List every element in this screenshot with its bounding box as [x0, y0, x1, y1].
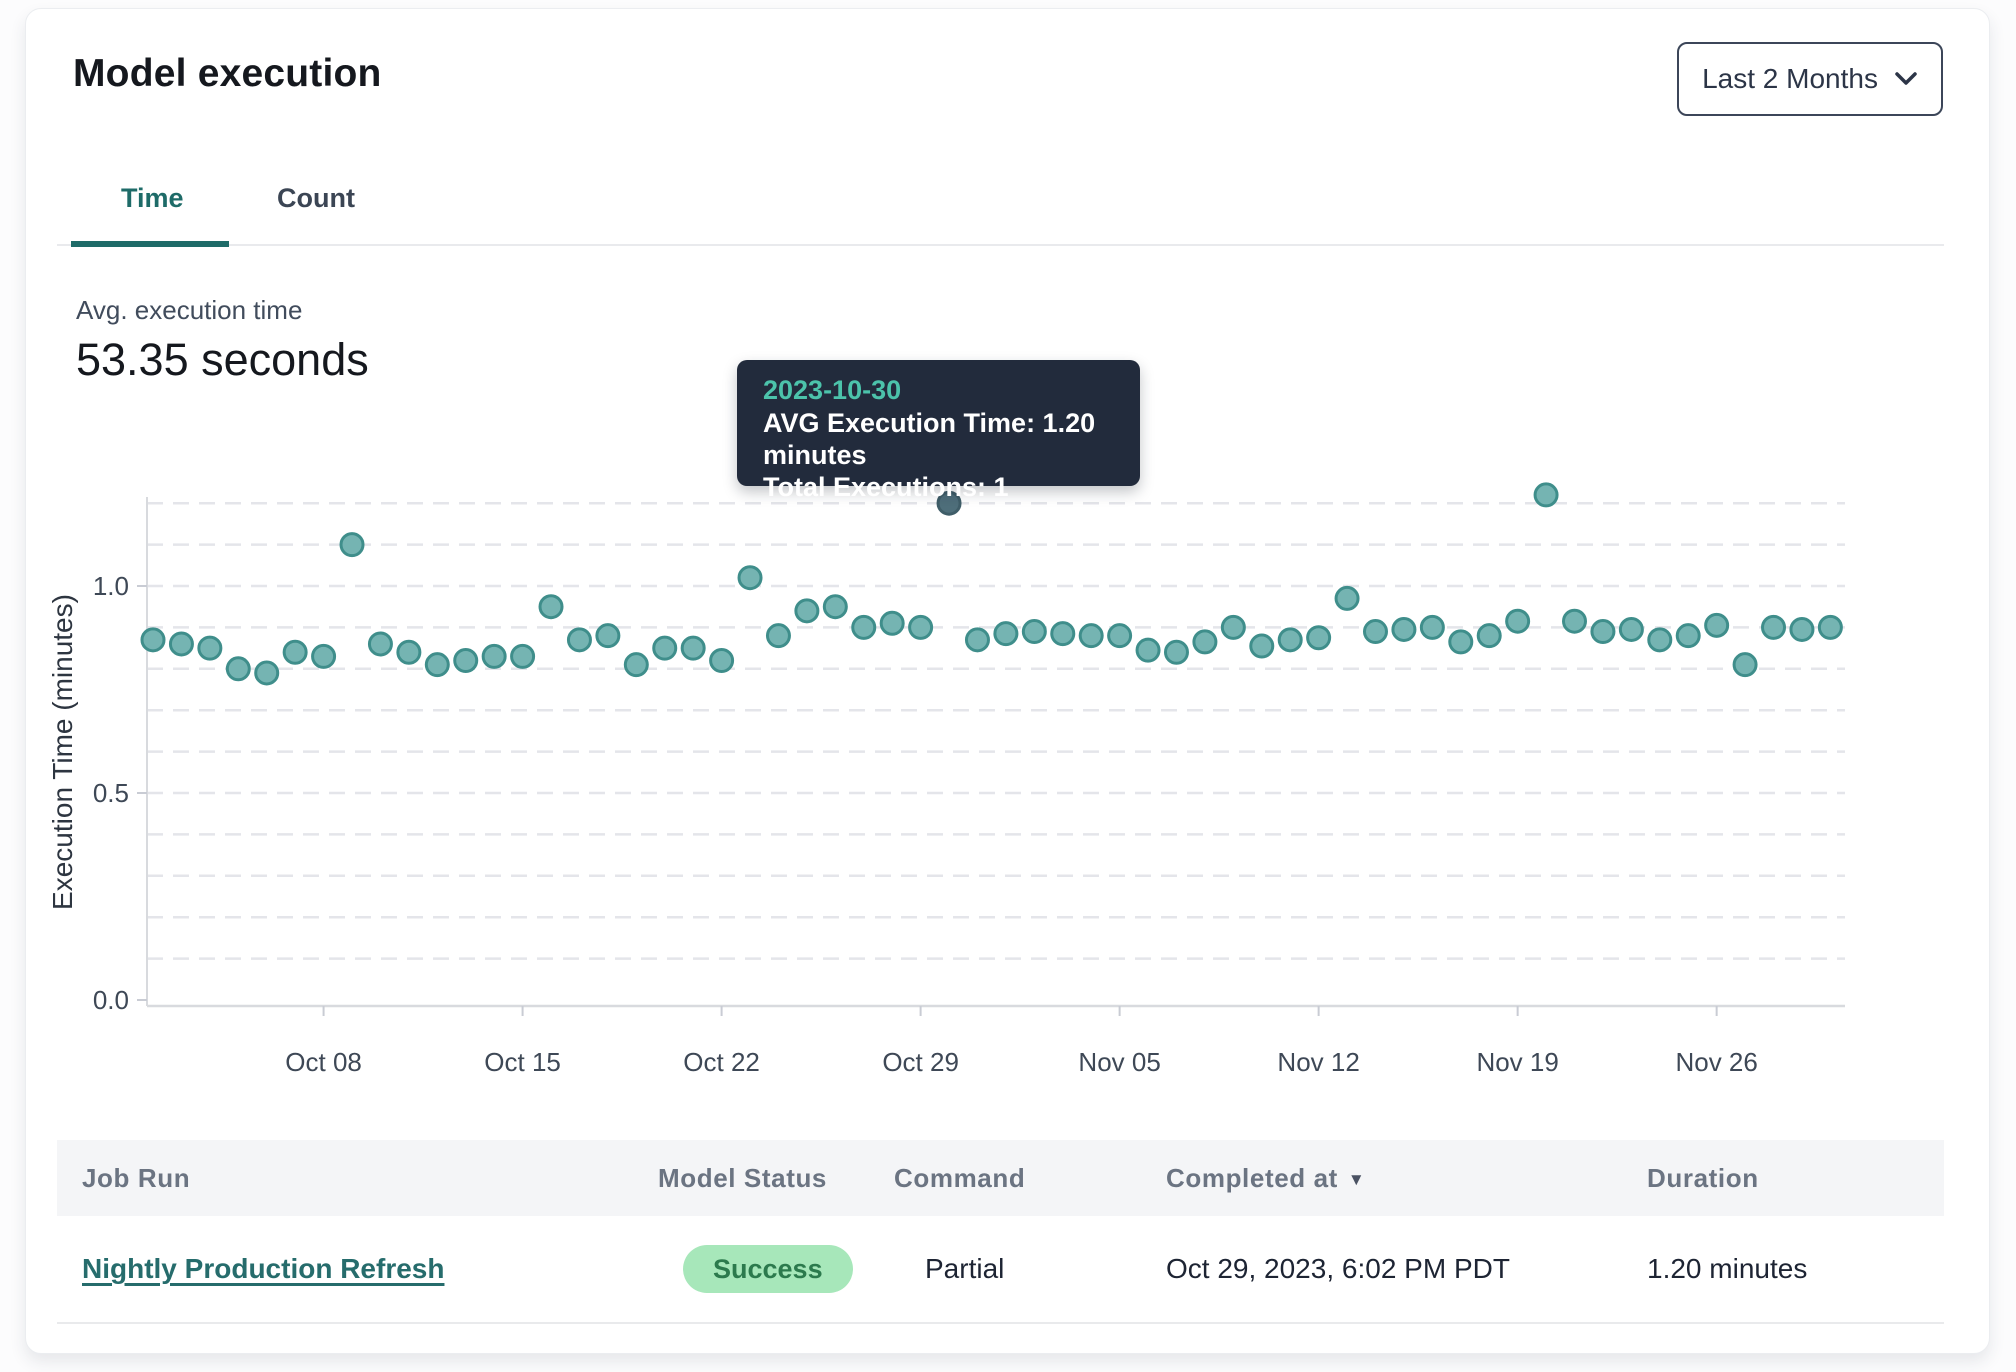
command-cell: Partial	[894, 1253, 1154, 1285]
duration-cell: 1.20 minutes	[1635, 1253, 1944, 1285]
sort-desc-icon: ▼	[1348, 1170, 1365, 1189]
tooltip-avg-line: AVG Execution Time: 1.20 minutes	[763, 407, 1140, 471]
tooltip-date: 2023-10-30	[763, 374, 1140, 407]
avg-execution-time-value: 53.35 seconds	[76, 334, 369, 386]
avg-execution-time-label: Avg. execution time	[76, 295, 302, 326]
chevron-down-icon	[1894, 71, 1918, 87]
col-header-duration[interactable]: Duration	[1635, 1163, 1944, 1194]
col-header-job-run[interactable]: Job Run	[82, 1163, 658, 1194]
date-range-value: Last 2 Months	[1702, 63, 1878, 95]
table-row: Nightly Production Refresh Success Parti…	[57, 1216, 1944, 1324]
chart-tooltip: 2023-10-30 AVG Execution Time: 1.20 minu…	[737, 360, 1140, 486]
tab-count[interactable]: Count	[277, 183, 355, 214]
date-range-dropdown[interactable]: Last 2 Months	[1677, 42, 1943, 116]
page-title: Model execution	[73, 52, 382, 96]
tab-time[interactable]: Time	[121, 183, 184, 214]
col-header-completed-at[interactable]: Completed at▼	[1154, 1163, 1635, 1194]
status-badge: Success	[683, 1245, 853, 1293]
col-header-command[interactable]: Command	[894, 1163, 1154, 1194]
tabs-divider	[57, 244, 1944, 246]
completed-at-cell: Oct 29, 2023, 6:02 PM PDT	[1154, 1253, 1635, 1285]
tooltip-total-line: Total Executions: 1	[763, 471, 1140, 503]
col-header-model-status[interactable]: Model Status	[658, 1163, 894, 1194]
table-header: Job Run Model Status Command Completed a…	[57, 1140, 1944, 1216]
page: Model execution Last 2 Months Time Count…	[0, 0, 2016, 1372]
job-run-link[interactable]: Nightly Production Refresh	[82, 1253, 444, 1284]
active-tab-underline	[71, 241, 229, 247]
